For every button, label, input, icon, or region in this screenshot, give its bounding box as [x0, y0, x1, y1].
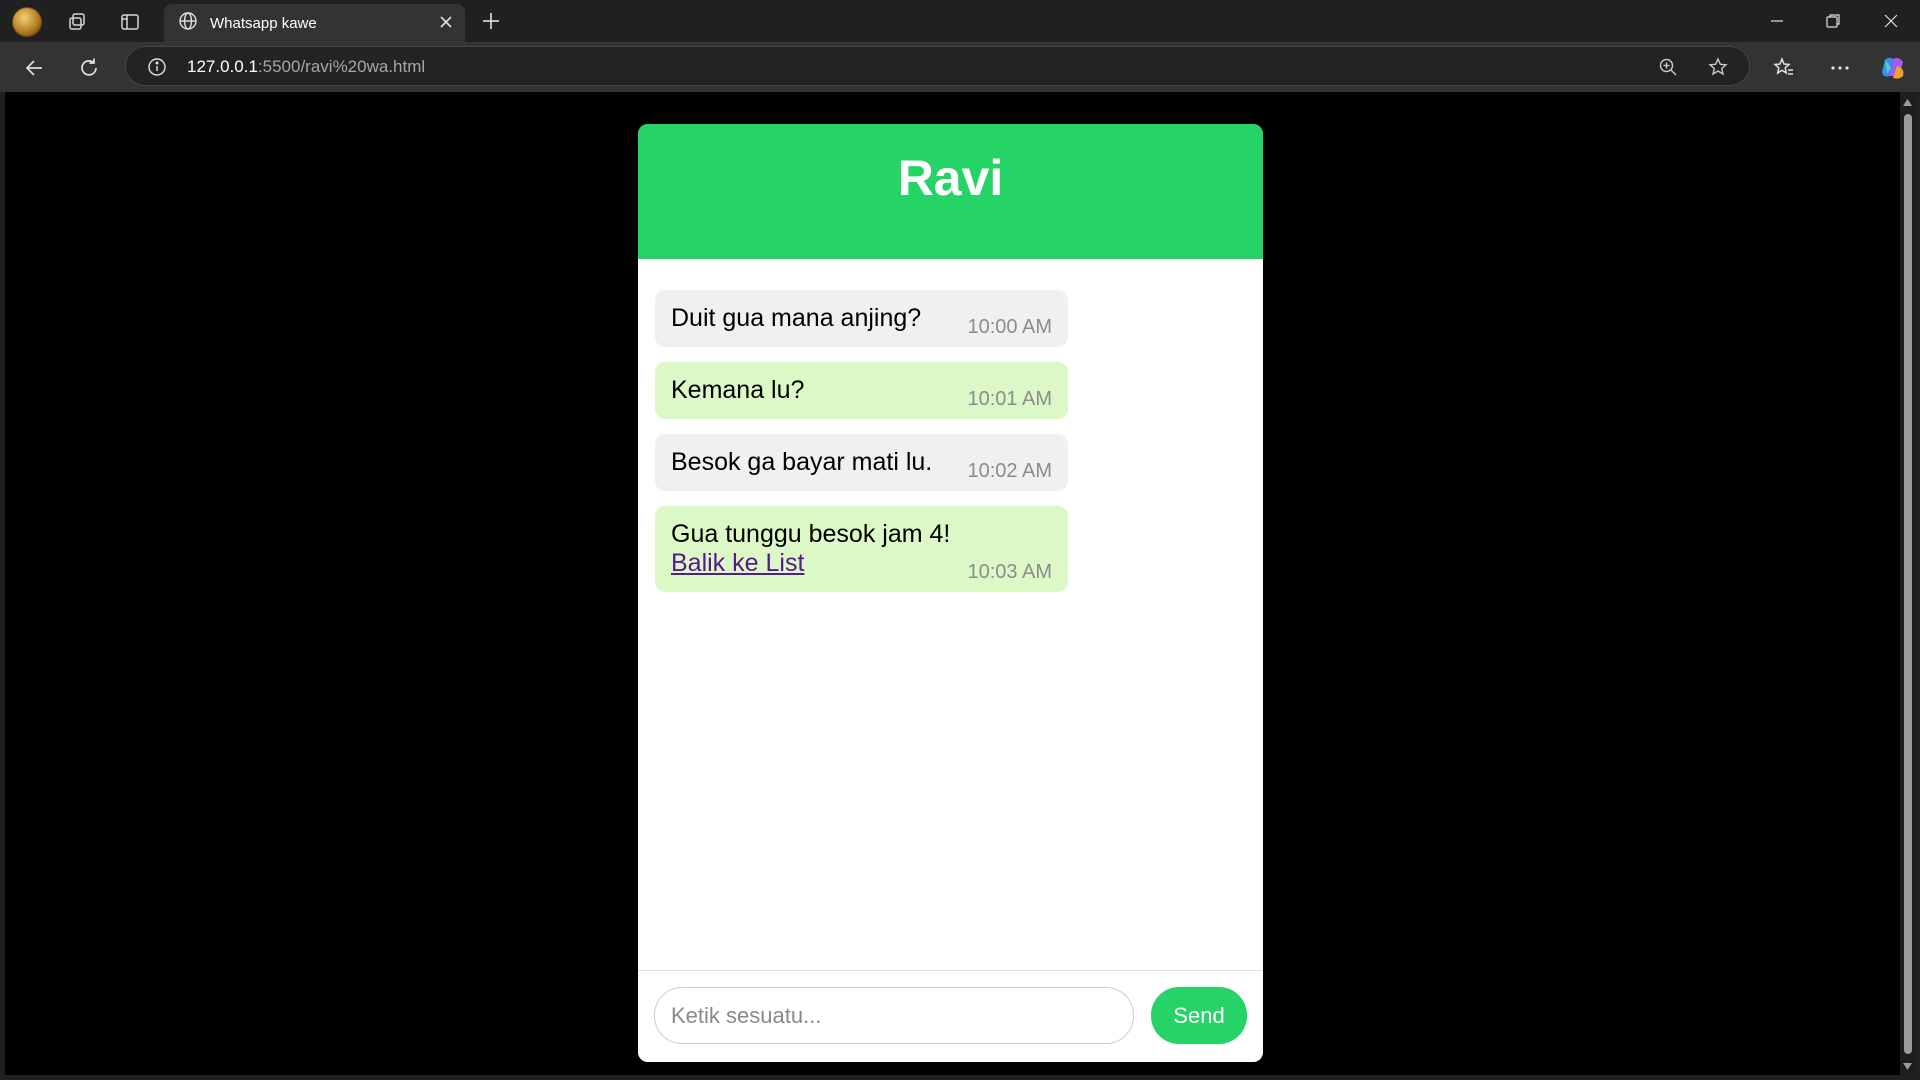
contact-name: Ravi [897, 150, 1004, 206]
tab-actions-icon[interactable] [117, 9, 143, 35]
tab-title: Whatsapp kawe [210, 14, 317, 32]
message-text: Kemana lu? [671, 376, 805, 404]
zoom-icon[interactable] [1657, 56, 1679, 78]
message-bubble-incoming: Duit gua mana anjing? 10:00 AM [655, 290, 1068, 347]
globe-icon [178, 11, 198, 35]
message-text: Besok ga bayar mati lu. [671, 448, 933, 476]
close-tab-icon[interactable] [437, 13, 455, 35]
restore-icon[interactable] [1818, 8, 1848, 34]
address-bar[interactable]: 127.0.0.1:5500/ravi%20wa.html [125, 46, 1750, 86]
url-host: 127.0.0.1 [187, 57, 258, 76]
message-input[interactable] [654, 987, 1134, 1044]
scrollbar-thumb[interactable] [1904, 114, 1912, 1054]
message-bubble-incoming: Besok ga bayar mati lu. 10:02 AM [655, 434, 1068, 491]
browser-tab[interactable]: Whatsapp kawe [164, 4, 465, 42]
site-info-icon[interactable] [146, 56, 168, 78]
chat-window: Ravi Duit gua mana anjing? 10:00 AM Kema… [638, 124, 1263, 1062]
send-button[interactable]: Send [1151, 987, 1247, 1044]
back-icon[interactable] [20, 54, 48, 82]
message-time: 10:02 AM [967, 460, 1052, 482]
minimize-icon[interactable] [1762, 8, 1792, 34]
vertical-scrollbar[interactable] [1900, 92, 1915, 1075]
scroll-down-icon[interactable] [1900, 1059, 1915, 1073]
message-text: Duit gua mana anjing? [671, 304, 922, 332]
scroll-up-icon[interactable] [1900, 96, 1915, 110]
new-tab-icon[interactable] [478, 8, 504, 34]
favorite-star-icon[interactable] [1707, 56, 1729, 78]
message-list: Duit gua mana anjing? 10:00 AM Kemana lu… [655, 290, 1245, 607]
message-bubble-outgoing: Gua tunggu besok jam 4! Balik ke List 10… [655, 506, 1068, 592]
reload-icon[interactable] [75, 54, 103, 82]
more-options-icon[interactable] [1826, 54, 1854, 82]
message-time: 10:03 AM [967, 561, 1052, 583]
profile-avatar[interactable] [12, 7, 42, 37]
message-time: 10:01 AM [967, 388, 1052, 410]
message-bubble-outgoing: Kemana lu? 10:01 AM [655, 362, 1068, 419]
message-composer: Send [638, 970, 1263, 1062]
url-text[interactable]: 127.0.0.1:5500/ravi%20wa.html [187, 57, 425, 77]
tab-strip: Whatsapp kawe [0, 0, 1920, 42]
chat-header: Ravi [638, 124, 1263, 259]
browser-toolbar: 127.0.0.1:5500/ravi%20wa.html [0, 42, 1920, 92]
close-window-icon[interactable] [1876, 8, 1906, 34]
workspaces-icon[interactable] [64, 9, 90, 35]
copilot-icon[interactable] [1877, 52, 1909, 84]
url-path: :5500/ravi%20wa.html [257, 57, 426, 76]
favorites-icon[interactable] [1770, 54, 1798, 82]
message-time: 10:00 AM [967, 316, 1052, 338]
message-text: Gua tunggu besok jam 4! [671, 520, 951, 548]
